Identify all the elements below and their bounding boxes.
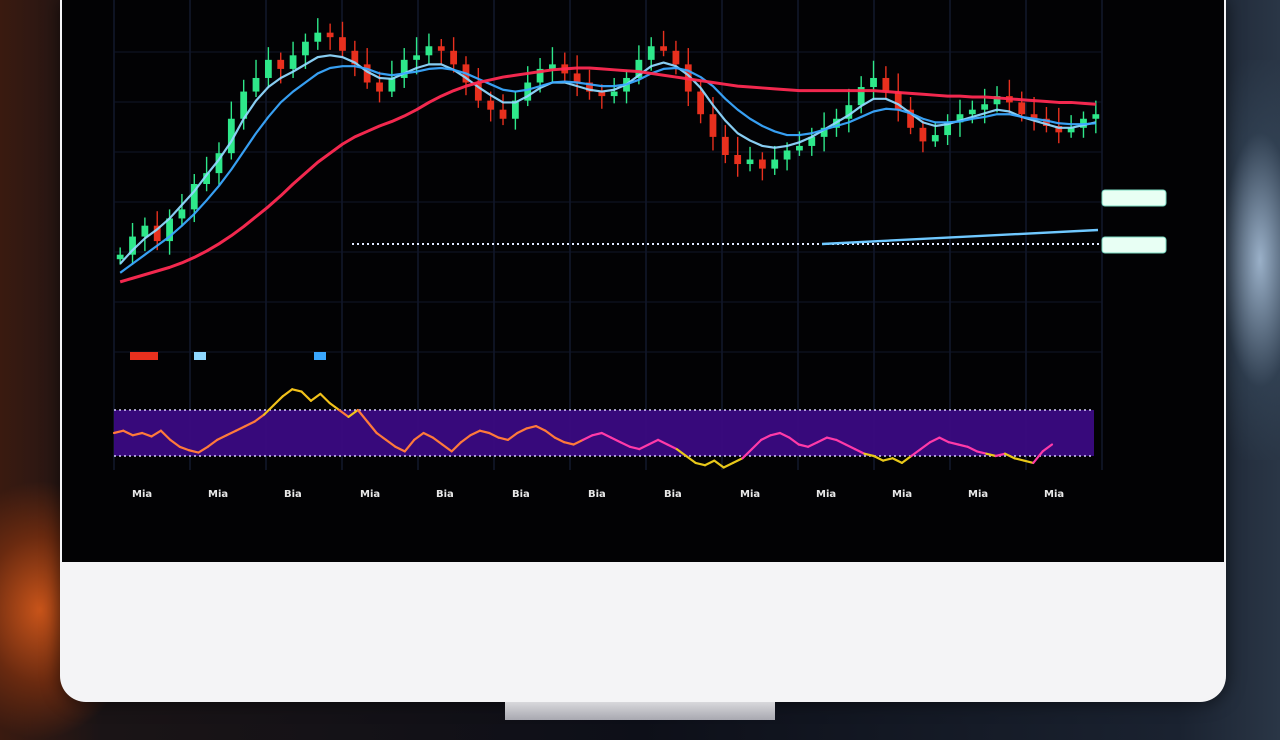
candle-down[interactable]: [758, 159, 766, 169]
candle-down[interactable]: [339, 37, 346, 51]
candle-down[interactable]: [326, 32, 334, 38]
rsi-line-segment: [722, 461, 735, 469]
rsi-line-segment: [872, 454, 885, 462]
x-axis-tick: Mia: [816, 489, 836, 500]
rsi-line-segment: [300, 390, 313, 402]
candle-down[interactable]: [437, 46, 445, 51]
rsi-line-segment: [1013, 457, 1025, 462]
x-axis-tick: Mia: [892, 489, 912, 500]
candle-up[interactable]: [610, 91, 618, 97]
candle-down[interactable]: [450, 50, 458, 65]
candle-up[interactable]: [116, 254, 124, 260]
x-axis-tick: Bia: [512, 489, 530, 500]
candle-up[interactable]: [981, 104, 989, 110]
rsi-line-segment: [694, 461, 707, 467]
x-axis-tick: Bia: [284, 489, 302, 500]
x-axis-tick: Mia: [208, 489, 228, 500]
candle-up[interactable]: [796, 145, 803, 151]
candle-down[interactable]: [660, 46, 667, 51]
rsi-line-segment: [900, 454, 913, 464]
price-tag[interactable]: [1101, 189, 1167, 207]
legend-swatch: [130, 352, 158, 360]
candle-up[interactable]: [647, 46, 655, 60]
trend-line[interactable]: [821, 228, 1099, 246]
x-axis-tick: Mia: [132, 489, 152, 500]
rsi-line-segment: [319, 392, 331, 405]
candle-up[interactable]: [289, 55, 297, 69]
rsi-line-segment: [328, 402, 341, 412]
moving-average-line[interactable]: [119, 66, 1096, 284]
rsi-line-segment: [891, 457, 904, 464]
candle-up[interactable]: [746, 159, 754, 165]
candle-down[interactable]: [672, 50, 680, 65]
legend-swatch: [194, 352, 206, 360]
rsi-line-segment: [731, 457, 744, 464]
candle-up[interactable]: [252, 77, 260, 92]
rsi-line-segment: [703, 459, 716, 467]
candle-up[interactable]: [1092, 114, 1100, 119]
candle-up[interactable]: [968, 109, 976, 115]
price-tag[interactable]: [1101, 236, 1167, 254]
candle-down[interactable]: [376, 82, 383, 92]
candle-down[interactable]: [487, 100, 495, 110]
x-axis-tick: Bia: [588, 489, 606, 500]
rsi-line-segment: [291, 388, 303, 393]
rsi-line-segment: [281, 388, 294, 398]
candle-up[interactable]: [178, 209, 186, 219]
x-axis-tick: Mia: [740, 489, 760, 500]
candle-down[interactable]: [1018, 102, 1026, 115]
candle-up[interactable]: [141, 225, 149, 237]
candle-up[interactable]: [413, 55, 420, 60]
monitor: Mia Mia Bia Mia Bia Bia Bia Bia Mia Mia Mia Mia Mia: [60, 0, 1226, 702]
candle-up[interactable]: [302, 41, 309, 56]
x-axis-tick: Mia: [360, 489, 380, 500]
candle-up[interactable]: [264, 59, 272, 78]
x-axis-tick: Mia: [968, 489, 988, 500]
candle-down[interactable]: [709, 114, 717, 137]
rsi-line-segment: [1022, 459, 1035, 464]
rsi-line-segment: [882, 457, 894, 462]
price-chart-svg[interactable]: Mia Mia Bia Mia Bia Bia Bia Bia Mia Mia Mia Mia Mia: [62, 0, 1224, 562]
candle-up[interactable]: [870, 77, 877, 88]
x-axis-tick: Bia: [664, 489, 682, 500]
candle-down[interactable]: [573, 73, 581, 83]
monitor-stand: [505, 702, 775, 720]
x-axis-tick: Bia: [436, 489, 454, 500]
candle-up[interactable]: [425, 46, 433, 56]
candle-down[interactable]: [721, 136, 729, 155]
legend-swatch: [314, 352, 326, 360]
candle-down[interactable]: [277, 59, 285, 69]
candle-down[interactable]: [499, 109, 507, 119]
candle-down[interactable]: [734, 155, 742, 165]
candle-down[interactable]: [919, 127, 927, 142]
rsi-line-segment: [685, 454, 697, 464]
candle-up[interactable]: [771, 159, 779, 169]
trading-chart-screen: Mia Mia Bia Mia Bia Bia Bia Bia Mia Mia Mia Mia Mia: [62, 0, 1224, 562]
candle-up[interactable]: [314, 32, 322, 42]
candle-up[interactable]: [931, 135, 939, 142]
candle-down[interactable]: [697, 91, 705, 115]
candle-up[interactable]: [388, 77, 396, 92]
candle-down[interactable]: [882, 77, 890, 92]
candle-up[interactable]: [783, 150, 791, 160]
rsi-line-segment: [272, 395, 284, 407]
rsi-line-segment: [309, 392, 322, 402]
x-axis-tick: Mia: [1044, 489, 1064, 500]
